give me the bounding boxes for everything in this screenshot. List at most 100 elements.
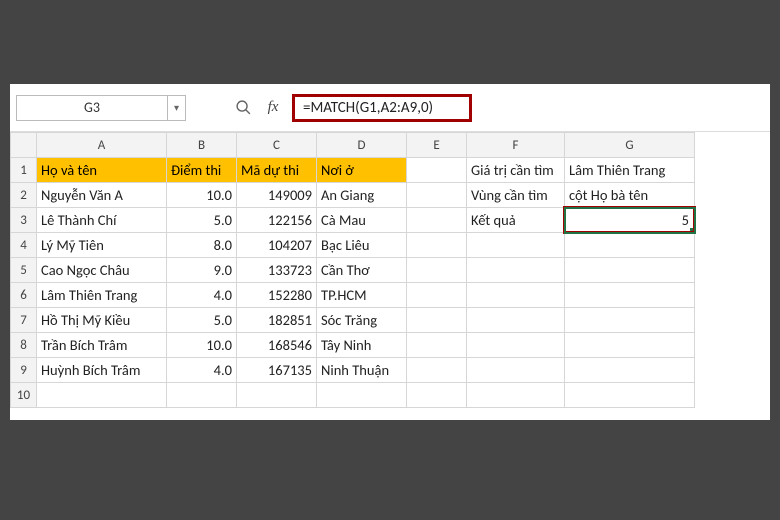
cell-A2[interactable]: Nguyễn Văn A — [37, 183, 167, 208]
cell-A10[interactable] — [37, 383, 167, 408]
col-header-E[interactable]: E — [407, 133, 467, 158]
row-header-9[interactable]: 9 — [11, 358, 37, 383]
col-header-B[interactable]: B — [167, 133, 237, 158]
cell-D7[interactable]: Sóc Trăng — [317, 308, 407, 333]
col-header-A[interactable]: A — [37, 133, 167, 158]
row-header-7[interactable]: 7 — [11, 308, 37, 333]
cell-C1[interactable]: Mã dự thi — [237, 158, 317, 183]
cell-A6[interactable]: Lâm Thiên Trang — [37, 283, 167, 308]
cell-B1[interactable]: Điểm thi — [167, 158, 237, 183]
cell-F5[interactable] — [467, 258, 565, 283]
name-box[interactable]: G3 ▾ — [16, 95, 186, 121]
cell-D8[interactable]: Tây Ninh — [317, 333, 407, 358]
row-header-3[interactable]: 3 — [11, 208, 37, 233]
cell-A8[interactable]: Trần Bích Trâm — [37, 333, 167, 358]
cell-C6[interactable]: 152280 — [237, 283, 317, 308]
col-header-D[interactable]: D — [317, 133, 407, 158]
row-header-4[interactable]: 4 — [11, 233, 37, 258]
cell-D10[interactable] — [317, 383, 407, 408]
cell-B4[interactable]: 8.0 — [167, 233, 237, 258]
row-header-6[interactable]: 6 — [11, 283, 37, 308]
cell-B3[interactable]: 5.0 — [167, 208, 237, 233]
cell-D9[interactable]: Ninh Thuận — [317, 358, 407, 383]
select-all-corner[interactable] — [11, 133, 37, 158]
cell-G6[interactable] — [565, 283, 695, 308]
cell-F8[interactable] — [467, 333, 565, 358]
cell-G1[interactable]: Lâm Thiên Trang — [565, 158, 695, 183]
cell-E3[interactable] — [407, 208, 467, 233]
excel-window: G3 ▾ fx =MATCH(G1,A2:A9,0) A B C D E — [10, 84, 770, 420]
cell-B2[interactable]: 10.0 — [167, 183, 237, 208]
cell-D1[interactable]: Nơi ở — [317, 158, 407, 183]
cell-E8[interactable] — [407, 333, 467, 358]
col-header-F[interactable]: F — [467, 133, 565, 158]
cell-E6[interactable] — [407, 283, 467, 308]
row-header-5[interactable]: 5 — [11, 258, 37, 283]
cell-C10[interactable] — [237, 383, 317, 408]
cell-C4[interactable]: 104207 — [237, 233, 317, 258]
cell-G9[interactable] — [565, 358, 695, 383]
cell-C3[interactable]: 122156 — [237, 208, 317, 233]
formula-bar-row: G3 ▾ fx =MATCH(G1,A2:A9,0) — [10, 84, 770, 132]
cell-G2[interactable]: cột Họ bà tên — [565, 183, 695, 208]
cell-E10[interactable] — [407, 383, 467, 408]
cell-C2[interactable]: 149009 — [237, 183, 317, 208]
cell-E9[interactable] — [407, 358, 467, 383]
cell-F1[interactable]: Giá trị cần tìm — [467, 158, 565, 183]
fx-icon[interactable]: fx — [262, 97, 284, 119]
cell-A7[interactable]: Hồ Thị Mỹ Kiều — [37, 308, 167, 333]
cell-B8[interactable]: 10.0 — [167, 333, 237, 358]
cell-G5[interactable] — [565, 258, 695, 283]
cell-D5[interactable]: Cần Thơ — [317, 258, 407, 283]
cell-F9[interactable] — [467, 358, 565, 383]
cell-E4[interactable] — [407, 233, 467, 258]
row-header-10[interactable]: 10 — [11, 383, 37, 408]
grid-table: A B C D E F G 1 Họ và tên Điểm thi Mã dự… — [10, 132, 696, 408]
cell-F7[interactable] — [467, 308, 565, 333]
cell-D3[interactable]: Cà Mau — [317, 208, 407, 233]
name-box-value: G3 — [17, 99, 167, 116]
cell-C8[interactable]: 168546 — [237, 333, 317, 358]
formula-text: =MATCH(G1,A2:A9,0) — [303, 99, 433, 117]
cell-A1[interactable]: Họ và tên — [37, 158, 167, 183]
cell-E2[interactable] — [407, 183, 467, 208]
cell-B9[interactable]: 4.0 — [167, 358, 237, 383]
cell-C5[interactable]: 133723 — [237, 258, 317, 283]
cell-F6[interactable] — [467, 283, 565, 308]
cell-G4[interactable] — [565, 233, 695, 258]
cell-A3[interactable]: Lê Thành Chí — [37, 208, 167, 233]
row-header-1[interactable]: 1 — [11, 158, 37, 183]
cell-C7[interactable]: 182851 — [237, 308, 317, 333]
cell-E5[interactable] — [407, 258, 467, 283]
cell-F3[interactable]: Kết quả — [467, 208, 565, 233]
cell-A9[interactable]: Huỳnh Bích Trâm — [37, 358, 167, 383]
worksheet[interactable]: A B C D E F G 1 Họ và tên Điểm thi Mã dự… — [10, 132, 770, 408]
cell-D6[interactable]: TP.HCM — [317, 283, 407, 308]
cell-F2[interactable]: Vùng cần tìm — [467, 183, 565, 208]
cell-F10[interactable] — [467, 383, 565, 408]
cell-G8[interactable] — [565, 333, 695, 358]
name-box-dropdown-icon[interactable]: ▾ — [167, 96, 185, 120]
cell-D2[interactable]: An Giang — [317, 183, 407, 208]
row-header-2[interactable]: 2 — [11, 183, 37, 208]
cell-E7[interactable] — [407, 308, 467, 333]
cell-E1[interactable] — [407, 158, 467, 183]
cell-A4[interactable]: Lý Mỹ Tiên — [37, 233, 167, 258]
cell-G10[interactable] — [565, 383, 695, 408]
zoom-icon[interactable] — [232, 97, 254, 119]
cell-F4[interactable] — [467, 233, 565, 258]
column-header-row: A B C D E F G — [11, 133, 695, 158]
row-header-8[interactable]: 8 — [11, 333, 37, 358]
col-header-G[interactable]: G — [565, 133, 695, 158]
cell-C9[interactable]: 167135 — [237, 358, 317, 383]
cell-B6[interactable]: 4.0 — [167, 283, 237, 308]
cell-A5[interactable]: Cao Ngọc Châu — [37, 258, 167, 283]
cell-B10[interactable] — [167, 383, 237, 408]
cell-B7[interactable]: 5.0 — [167, 308, 237, 333]
formula-bar[interactable]: =MATCH(G1,A2:A9,0) — [292, 94, 472, 122]
cell-B5[interactable]: 9.0 — [167, 258, 237, 283]
cell-D4[interactable]: Bạc Liêu — [317, 233, 407, 258]
cell-G3[interactable]: 5 — [565, 208, 695, 233]
col-header-C[interactable]: C — [237, 133, 317, 158]
cell-G7[interactable] — [565, 308, 695, 333]
